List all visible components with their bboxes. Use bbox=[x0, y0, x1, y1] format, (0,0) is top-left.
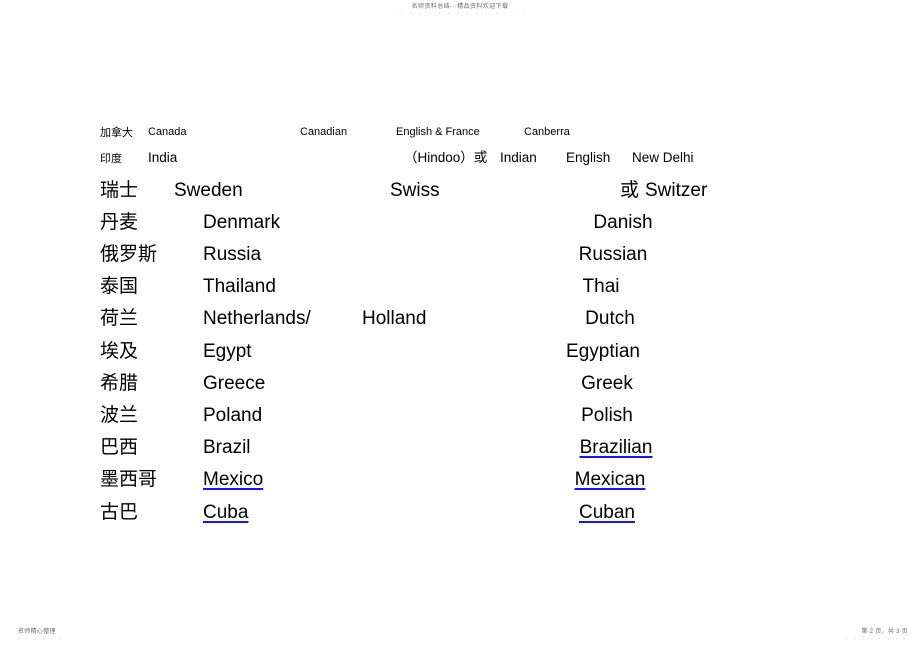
row-alt-nationality: Switzer bbox=[645, 180, 708, 201]
row-chinese-name: 古巴 bbox=[100, 501, 139, 523]
row-nationality-note: （Hindoo）或 bbox=[404, 150, 488, 165]
row-nationality-link[interactable]: Brazilian bbox=[580, 438, 653, 457]
row-nationality: Russian bbox=[578, 244, 648, 265]
footer-right: 第 2 页，共 3 页 · · · · · · · · bbox=[846, 628, 908, 643]
row-country-alt: Holland bbox=[362, 308, 427, 329]
row-chinese-name: 波兰 bbox=[100, 404, 139, 426]
row-nationality: Canadian bbox=[300, 126, 348, 138]
row-country: Thailand bbox=[203, 276, 276, 297]
row-chinese-name: 瑞士 bbox=[100, 179, 139, 201]
row-country: Brazil bbox=[203, 437, 251, 458]
row-nationality: Indian bbox=[500, 150, 537, 165]
row-chinese-name: 丹麦 bbox=[100, 211, 139, 233]
row-country-link[interactable]: Cuba bbox=[203, 503, 248, 522]
row-capital: New Delhi bbox=[632, 150, 694, 165]
row-nationality: Polish bbox=[581, 405, 633, 426]
row-nationality: Danish bbox=[593, 212, 653, 233]
row-nationality-link[interactable]: Mexican bbox=[575, 470, 646, 489]
row-country: India bbox=[148, 150, 178, 165]
row-country: Greece bbox=[203, 373, 266, 394]
header-dotted-rule: · · · · · · · · · · · · · · · bbox=[391, 11, 529, 17]
row-country: Sweden bbox=[174, 180, 243, 201]
row-capital: Canberra bbox=[524, 126, 570, 138]
row-language: English bbox=[566, 150, 611, 165]
row-nationality: Greek bbox=[581, 373, 633, 394]
row-country-link[interactable]: Mexico bbox=[203, 470, 263, 489]
row-chinese-name: 泰国 bbox=[100, 275, 139, 297]
row-chinese-name: 印度 bbox=[100, 152, 122, 165]
row-country: Poland bbox=[203, 405, 263, 426]
row-nationality-link[interactable]: Cuban bbox=[579, 503, 635, 522]
footer-right-dotted-rule: · · · · · · · · bbox=[845, 636, 908, 642]
row-country: Netherlands/ bbox=[203, 308, 311, 329]
header-watermark-text: 名师资料总结···精品资料欢迎下载 bbox=[411, 4, 509, 10]
row-alt-prefix: 或 bbox=[620, 179, 640, 201]
row-nationality: Swiss bbox=[390, 180, 440, 201]
row-chinese-name: 埃及 bbox=[100, 340, 139, 362]
row-nationality: Dutch bbox=[585, 308, 635, 329]
footer-left-dotted-rule: · · · · · · bbox=[18, 636, 64, 642]
row-country: Egypt bbox=[203, 341, 252, 362]
row-chinese-name: 俄罗斯 bbox=[100, 243, 158, 265]
row-nationality: Thai bbox=[582, 276, 620, 297]
footer-watermark-text: 名师精心整理 bbox=[18, 629, 56, 635]
row-language: English & France bbox=[396, 126, 480, 138]
page-number-label: 第 2 页，共 3 页 bbox=[861, 629, 908, 635]
row-chinese-name: 墨西哥 bbox=[100, 468, 158, 490]
row-country: Denmark bbox=[203, 212, 281, 233]
footer-left: 名师精心整理 · · · · · · bbox=[18, 628, 64, 643]
row-nationality: Egyptian bbox=[566, 341, 640, 362]
row-chinese-name: 巴西 bbox=[100, 436, 139, 458]
row-chinese-name: 荷兰 bbox=[100, 307, 139, 329]
row-country: Russia bbox=[203, 244, 262, 265]
row-chinese-name: 希腊 bbox=[100, 372, 139, 394]
page-header: 名师资料总结···精品资料欢迎下载 · · · · · · · · · · · … bbox=[0, 0, 920, 18]
row-chinese-name: 加拿大 bbox=[100, 126, 133, 139]
row-country: Canada bbox=[148, 126, 187, 138]
